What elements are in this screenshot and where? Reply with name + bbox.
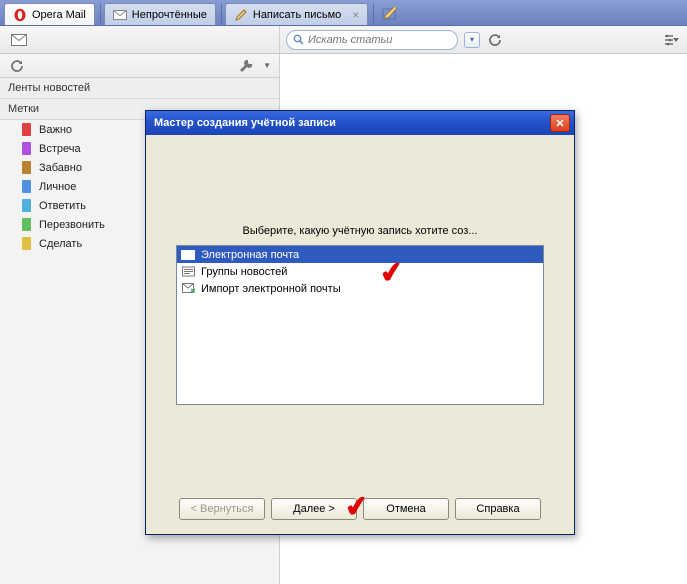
label-text: Забавно xyxy=(39,162,82,174)
dialog-button-row: < Вернуться Далее > Отмена Справка xyxy=(146,498,574,520)
account-type-listbox[interactable]: Электронная почта Группы новостей Импорт э… xyxy=(176,245,544,405)
reload-icon[interactable] xyxy=(486,31,504,49)
dropdown-arrow-icon[interactable]: ▼ xyxy=(263,61,271,70)
label-swatch-icon xyxy=(22,123,31,136)
label-text: Ответить xyxy=(39,200,86,212)
label-text: Встреча xyxy=(39,143,81,155)
close-icon[interactable]: × xyxy=(352,8,359,22)
app-tab[interactable]: Opera Mail xyxy=(4,3,95,25)
dialog-title: Мастер создания учётной записи xyxy=(154,117,336,129)
newsgroup-icon xyxy=(181,266,195,278)
tab-unread[interactable]: Непрочтённые xyxy=(104,3,216,25)
label-text: Важно xyxy=(39,124,72,136)
wrench-icon[interactable] xyxy=(237,57,255,75)
settings-menu-icon[interactable] xyxy=(663,31,681,49)
opera-logo-icon xyxy=(13,8,27,22)
label-swatch-icon xyxy=(22,142,31,155)
label-swatch-icon xyxy=(22,237,31,250)
mail-icon xyxy=(181,249,195,261)
cancel-button[interactable]: Отмена xyxy=(363,498,449,520)
next-button[interactable]: Далее > xyxy=(271,498,357,520)
search-dropdown-button[interactable]: ▾ xyxy=(464,32,480,48)
mail-icon[interactable] xyxy=(10,31,28,49)
listbox-option[interactable]: Группы новостей xyxy=(177,263,543,280)
tab-separator xyxy=(373,3,374,23)
toolbar-left xyxy=(0,26,280,53)
listbox-option-label: Группы новостей xyxy=(201,266,287,278)
sidebar-toolbar: ▼ xyxy=(0,54,279,78)
help-button[interactable]: Справка xyxy=(455,498,541,520)
listbox-option[interactable]: Электронная почта xyxy=(177,246,543,263)
tab-separator xyxy=(100,3,101,23)
tab-bar: Opera Mail Непрочтённые Написать письмо … xyxy=(0,0,687,26)
listbox-option[interactable]: Импорт электронной почты xyxy=(177,280,543,297)
search-input[interactable] xyxy=(286,30,458,50)
dialog-prompt: Выберите, какую учётную запись хотите со… xyxy=(176,225,544,237)
sidebar-heading-feeds[interactable]: Ленты новостей xyxy=(0,78,279,99)
search-icon xyxy=(293,34,304,45)
back-button: < Вернуться xyxy=(179,498,265,520)
compose-icon xyxy=(234,8,248,22)
search-field[interactable] xyxy=(308,34,451,46)
label-swatch-icon xyxy=(22,218,31,231)
app-title: Opera Mail xyxy=(32,9,86,21)
tab-label: Непрочтённые xyxy=(132,9,207,21)
reload-icon[interactable] xyxy=(8,57,26,75)
listbox-option-label: Импорт электронной почты xyxy=(201,283,341,295)
dialog-body: Выберите, какую учётную запись хотите со… xyxy=(146,135,574,534)
import-mail-icon xyxy=(181,283,195,295)
label-swatch-icon xyxy=(22,161,31,174)
toolbar: ▾ xyxy=(0,26,687,54)
listbox-option-label: Электронная почта xyxy=(201,249,299,261)
label-text: Перезвонить xyxy=(39,219,105,231)
mail-icon xyxy=(113,8,127,22)
close-icon[interactable]: ✕ xyxy=(550,114,570,132)
label-swatch-icon xyxy=(22,180,31,193)
toolbar-right: ▾ xyxy=(280,26,687,53)
wizard-dialog: Мастер создания учётной записи ✕ Выберит… xyxy=(145,110,575,535)
tab-label: Написать письмо xyxy=(253,9,341,21)
tab-separator xyxy=(221,3,222,23)
label-text: Сделать xyxy=(39,238,82,250)
new-tab-button[interactable] xyxy=(381,5,399,23)
label-swatch-icon xyxy=(22,199,31,212)
tab-compose[interactable]: Написать письмо × xyxy=(225,3,368,25)
label-text: Личное xyxy=(39,181,76,193)
dialog-titlebar[interactable]: Мастер создания учётной записи ✕ xyxy=(146,111,574,135)
